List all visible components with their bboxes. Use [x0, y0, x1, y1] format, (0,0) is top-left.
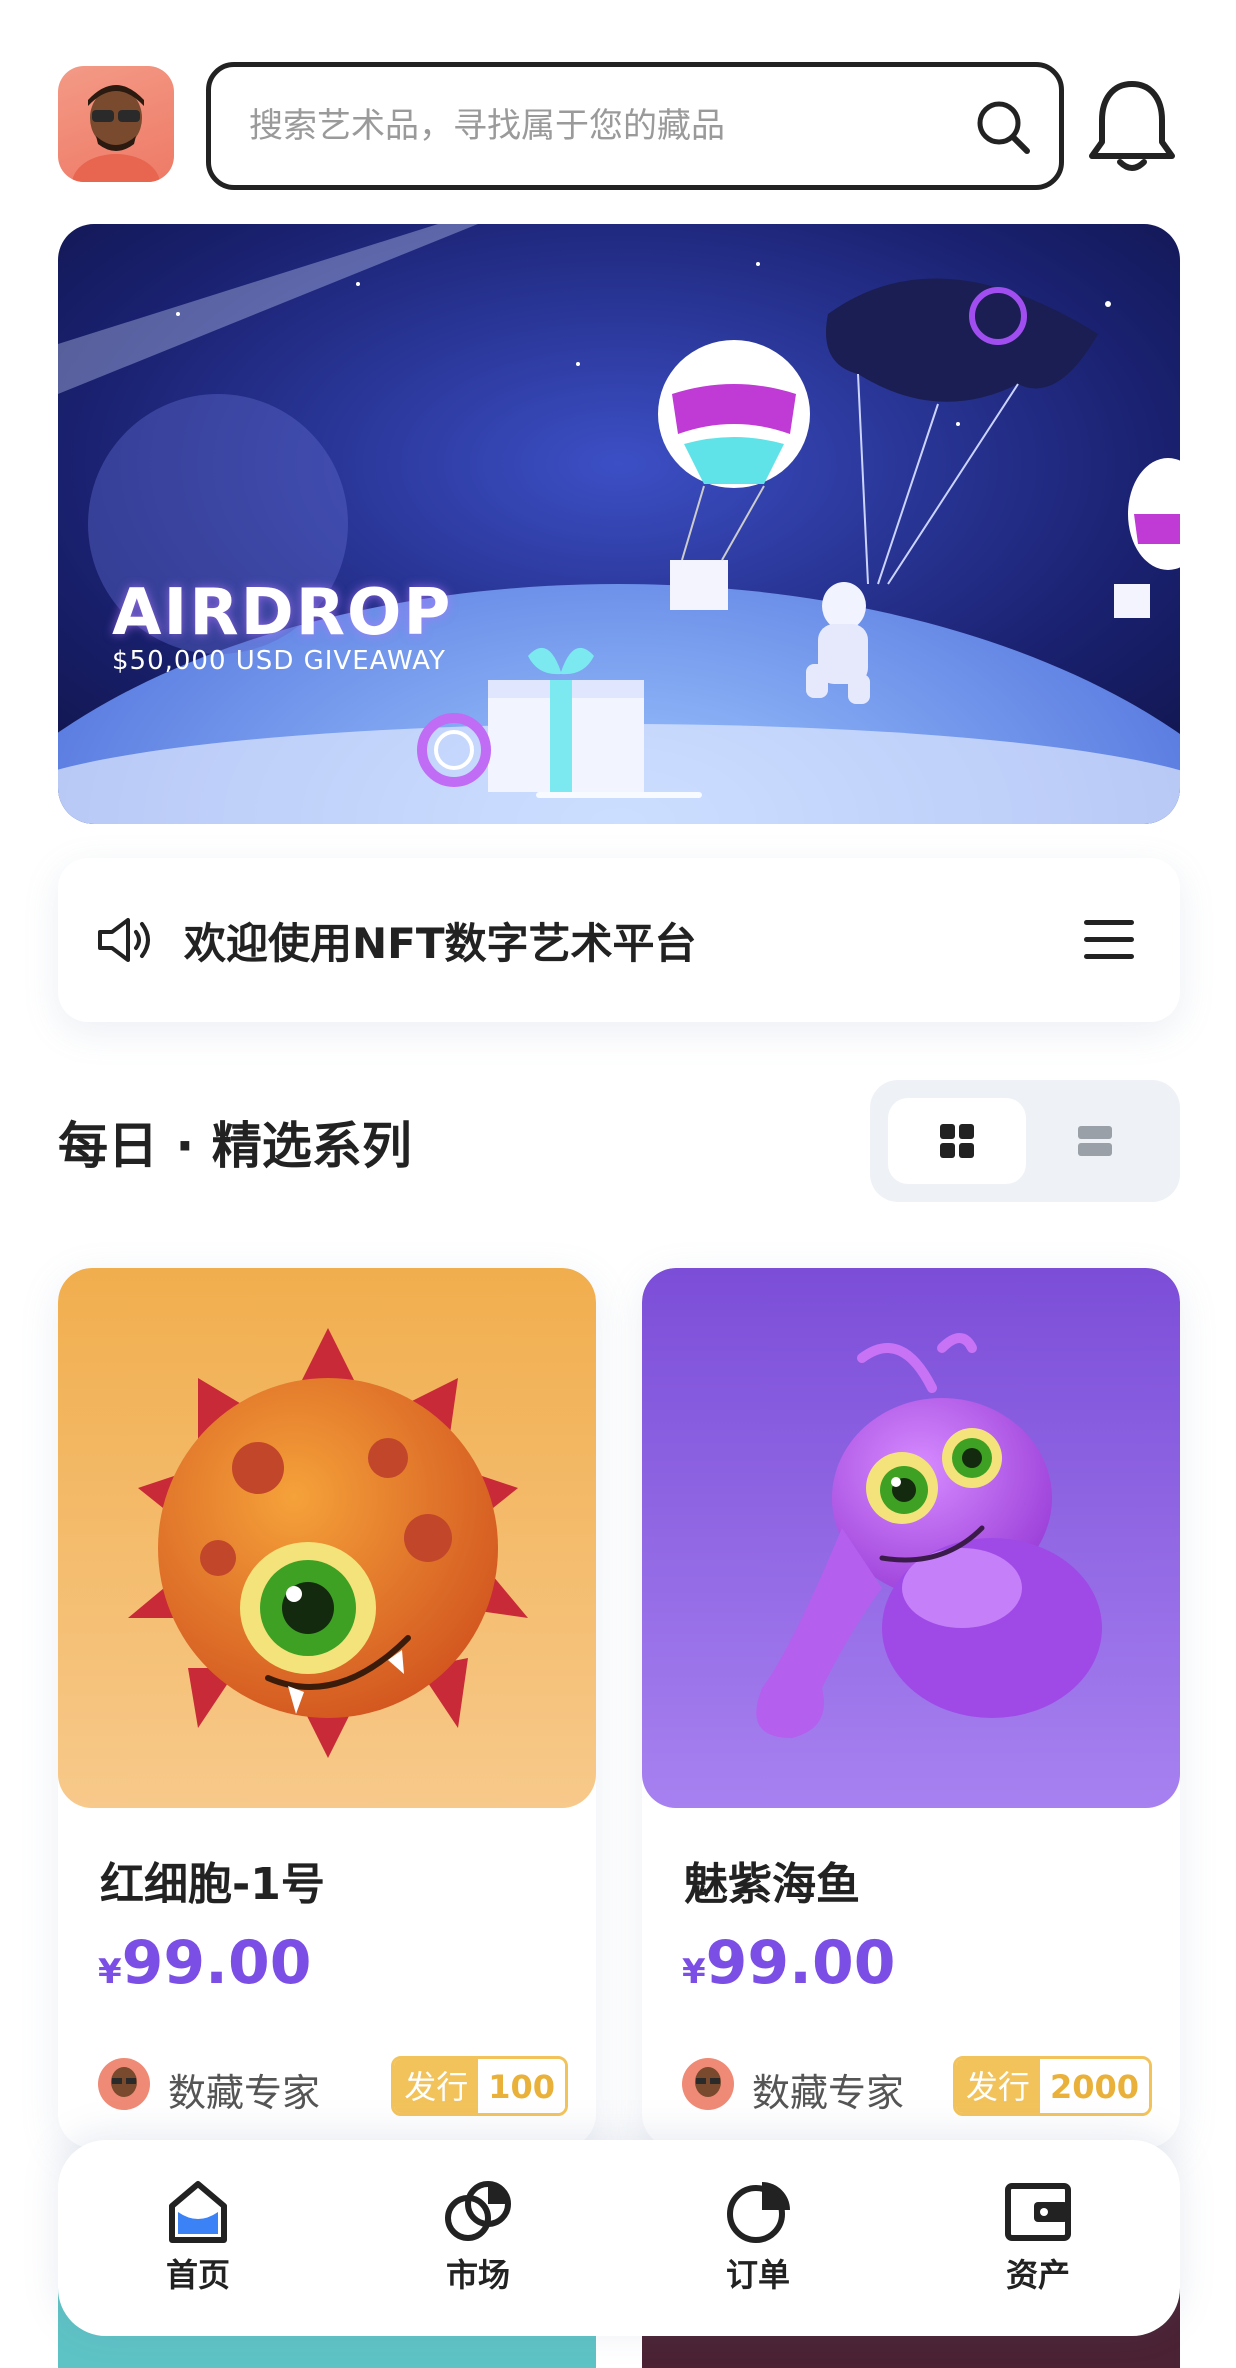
market-icon — [445, 2181, 511, 2241]
list-icon — [1078, 1126, 1112, 1156]
creator-row: 数藏专家 发行 2000 — [682, 2056, 1152, 2116]
bell-icon[interactable] — [1086, 76, 1178, 176]
currency-symbol: ¥ — [98, 1952, 122, 1992]
section-title: 每日 · 精选系列 — [58, 1117, 412, 1175]
list-view-button[interactable] — [1026, 1098, 1164, 1184]
price-value: 99.00 — [705, 1928, 896, 1998]
creator-row: 数藏专家 发行 100 — [98, 2056, 568, 2116]
pie-chart-icon — [727, 2182, 790, 2243]
purple-fish-illustration — [642, 1268, 1180, 1808]
header — [58, 62, 1178, 190]
user-avatar[interactable] — [58, 66, 174, 182]
notice-bar[interactable]: 欢迎使用NFT数字艺术平台 — [58, 858, 1180, 1022]
tab-label: 订单 — [725, 2256, 790, 2294]
tab-market[interactable]: 市场 — [398, 2180, 558, 2310]
bottom-nav: 首页 市场 订单 资产 — [58, 2140, 1180, 2336]
wallet-icon — [1005, 2183, 1071, 2241]
search-icon[interactable] — [973, 97, 1033, 157]
tab-label: 市场 — [445, 2256, 510, 2294]
product-price: ¥99.00 — [682, 1928, 895, 1998]
avatar-illustration — [111, 2067, 137, 2097]
banner-title: AIRDROP — [112, 576, 453, 650]
view-toggle — [870, 1080, 1180, 1202]
issue-badge: 发行 100 — [391, 2056, 568, 2116]
home-icon — [169, 2181, 227, 2243]
carousel-indicator[interactable] — [536, 792, 702, 798]
tab-home[interactable]: 首页 — [118, 2180, 278, 2310]
issue-label: 发行 — [394, 2059, 479, 2113]
product-image — [58, 1268, 596, 1808]
tab-orders[interactable]: 订单 — [678, 2180, 838, 2310]
creator-avatar[interactable] — [682, 2058, 734, 2110]
product-card[interactable]: 红细胞-1号 ¥99.00 数藏专家 发行 100 — [58, 1268, 596, 2148]
tab-label: 资产 — [1005, 2256, 1070, 2294]
product-name: 红细胞-1号 — [100, 1859, 325, 1910]
grid-icon — [940, 1124, 974, 1158]
creator-name: 数藏专家 — [168, 2071, 321, 2115]
creator-avatar[interactable] — [98, 2058, 150, 2110]
banner-artwork — [58, 224, 1180, 824]
red-cell-illustration — [58, 1268, 596, 1808]
product-name: 魅紫海鱼 — [684, 1859, 860, 1910]
currency-symbol: ¥ — [682, 1952, 706, 1992]
grid-view-button[interactable] — [888, 1098, 1026, 1184]
menu-icon[interactable] — [1084, 918, 1134, 962]
notice-text: 欢迎使用NFT数字艺术平台 — [184, 919, 697, 968]
avatar-illustration — [72, 85, 160, 182]
search-input[interactable] — [249, 97, 929, 155]
issue-count: 2000 — [1039, 2059, 1149, 2113]
product-image — [642, 1268, 1180, 1808]
banner-subtitle: $50,000 USD GIVEAWAY — [112, 646, 446, 676]
creator-name: 数藏专家 — [752, 2071, 905, 2115]
speaker-icon — [98, 918, 150, 962]
issue-label: 发行 — [955, 2059, 1040, 2113]
issue-badge: 发行 2000 — [952, 2056, 1152, 2116]
price-value: 99.00 — [121, 1928, 312, 1998]
product-price: ¥99.00 — [98, 1928, 311, 1998]
search-box[interactable] — [206, 62, 1064, 190]
tab-assets[interactable]: 资产 — [958, 2180, 1118, 2310]
avatar-illustration — [695, 2067, 721, 2097]
product-card[interactable]: 魅紫海鱼 ¥99.00 数藏专家 发行 2000 — [642, 1268, 1180, 2148]
issue-count: 100 — [478, 2059, 565, 2113]
promo-banner[interactable]: AIRDROP $50,000 USD GIVEAWAY — [58, 224, 1180, 824]
tab-label: 首页 — [165, 2256, 230, 2294]
